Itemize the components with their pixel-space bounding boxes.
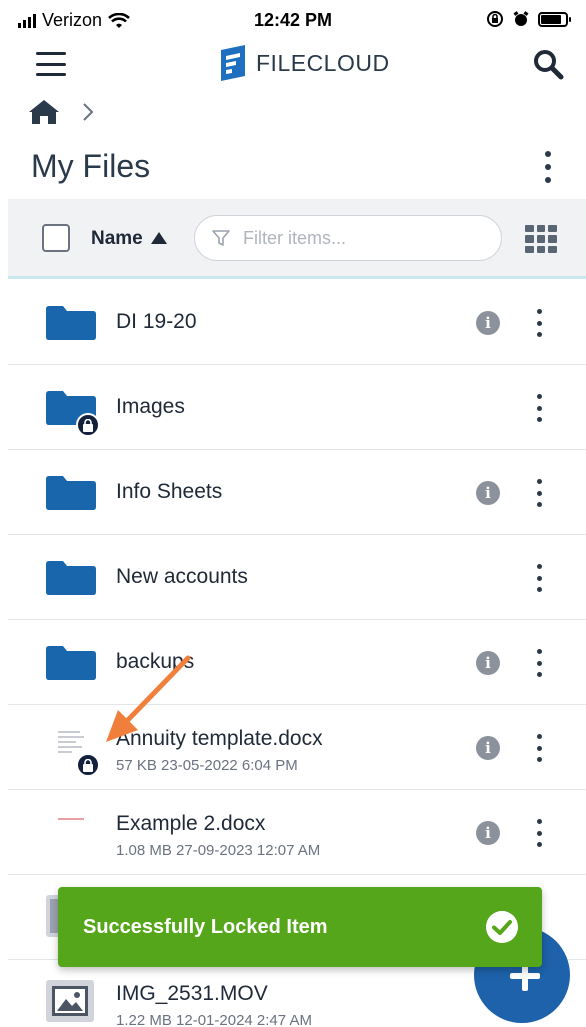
folder-icon	[46, 640, 98, 686]
item-options-icon[interactable]	[534, 649, 544, 677]
item-options-icon[interactable]	[534, 734, 544, 762]
breadcrumb	[28, 98, 94, 126]
more-options-icon[interactable]	[538, 151, 558, 183]
filecloud-logo: FILECLOUD	[218, 44, 390, 82]
item-options-icon[interactable]	[534, 479, 544, 507]
item-options-icon[interactable]	[534, 309, 544, 337]
lock-icon	[76, 413, 100, 437]
folder-icon	[46, 555, 98, 601]
hamburger-menu-icon[interactable]	[36, 52, 66, 76]
sort-by-name-button[interactable]: Name	[91, 228, 143, 250]
list-item[interactable]: Images	[8, 365, 586, 450]
info-icon[interactable]: i	[476, 821, 500, 845]
item-options-icon[interactable]	[534, 564, 544, 592]
file-name: New accounts	[116, 565, 248, 588]
file-name: Info Sheets	[116, 480, 223, 503]
file-name: Example 2.docx	[116, 812, 266, 835]
logo-text: FILECLOUD	[256, 49, 390, 76]
item-options-icon[interactable]	[534, 394, 544, 422]
list-toolbar: Name	[8, 199, 586, 279]
chevron-right-icon	[83, 103, 94, 121]
info-icon[interactable]: i	[476, 736, 500, 760]
list-item[interactable]: New accounts	[8, 535, 586, 620]
filter-input[interactable]	[243, 224, 491, 252]
status-right	[486, 10, 571, 28]
file-name: DI 19-20	[116, 310, 197, 333]
item-options-icon[interactable]	[534, 819, 544, 847]
folder-icon	[46, 385, 100, 437]
info-icon[interactable]: i	[476, 481, 500, 505]
file-name: IMG_2531.MOV	[116, 982, 268, 1005]
file-name: Annuity template.docx	[116, 727, 323, 750]
battery-fill	[541, 14, 562, 24]
list-item[interactable]: DI 19-20 i	[8, 280, 586, 365]
filter-icon	[212, 230, 230, 246]
search-icon[interactable]	[530, 46, 566, 82]
file-name: Images	[116, 395, 185, 418]
grid-view-icon[interactable]	[525, 225, 557, 253]
status-bar: Verizon 12:42 PM	[0, 0, 586, 42]
list-item[interactable]: Info Sheets i	[8, 450, 586, 535]
document-thumbnail	[46, 810, 98, 858]
folder-icon	[46, 470, 98, 516]
file-name: backups	[116, 650, 195, 673]
select-all-checkbox[interactable]	[42, 224, 70, 252]
image-icon	[46, 980, 94, 1022]
folder-icon	[46, 300, 98, 346]
orientation-lock-icon	[487, 11, 503, 27]
toast-message: Successfully Locked Item	[83, 916, 328, 938]
app-header: FILECLOUD	[0, 42, 586, 86]
document-icon	[54, 812, 90, 858]
document-thumbnail	[46, 725, 100, 777]
image-thumbnail	[46, 980, 98, 1026]
list-item[interactable]: Annuity template.docx 57 KB 23-05-2022 6…	[8, 705, 586, 790]
file-meta: 57 KB 23-05-2022 6:04 PM	[116, 757, 298, 774]
sort-ascending-icon[interactable]	[151, 232, 167, 244]
info-icon[interactable]: i	[476, 651, 500, 675]
info-icon[interactable]: i	[476, 311, 500, 335]
check-circle-icon	[486, 911, 518, 943]
page-title: My Files	[31, 148, 151, 184]
alarm-icon	[513, 11, 529, 26]
filecloud-logo-icon	[221, 45, 245, 81]
lock-icon	[76, 753, 100, 777]
list-item[interactable]: backups i	[8, 620, 586, 705]
file-meta: 1.22 MB 12-01-2024 2:47 AM	[116, 1012, 312, 1027]
list-item[interactable]: Example 2.docx 1.08 MB 27-09-2023 12:07 …	[8, 790, 586, 875]
filter-box[interactable]	[194, 215, 502, 261]
file-meta: 1.08 MB 27-09-2023 12:07 AM	[116, 842, 321, 859]
home-icon[interactable]	[28, 98, 60, 126]
toast-notification: Successfully Locked Item	[58, 887, 542, 967]
battery-icon	[538, 11, 571, 27]
